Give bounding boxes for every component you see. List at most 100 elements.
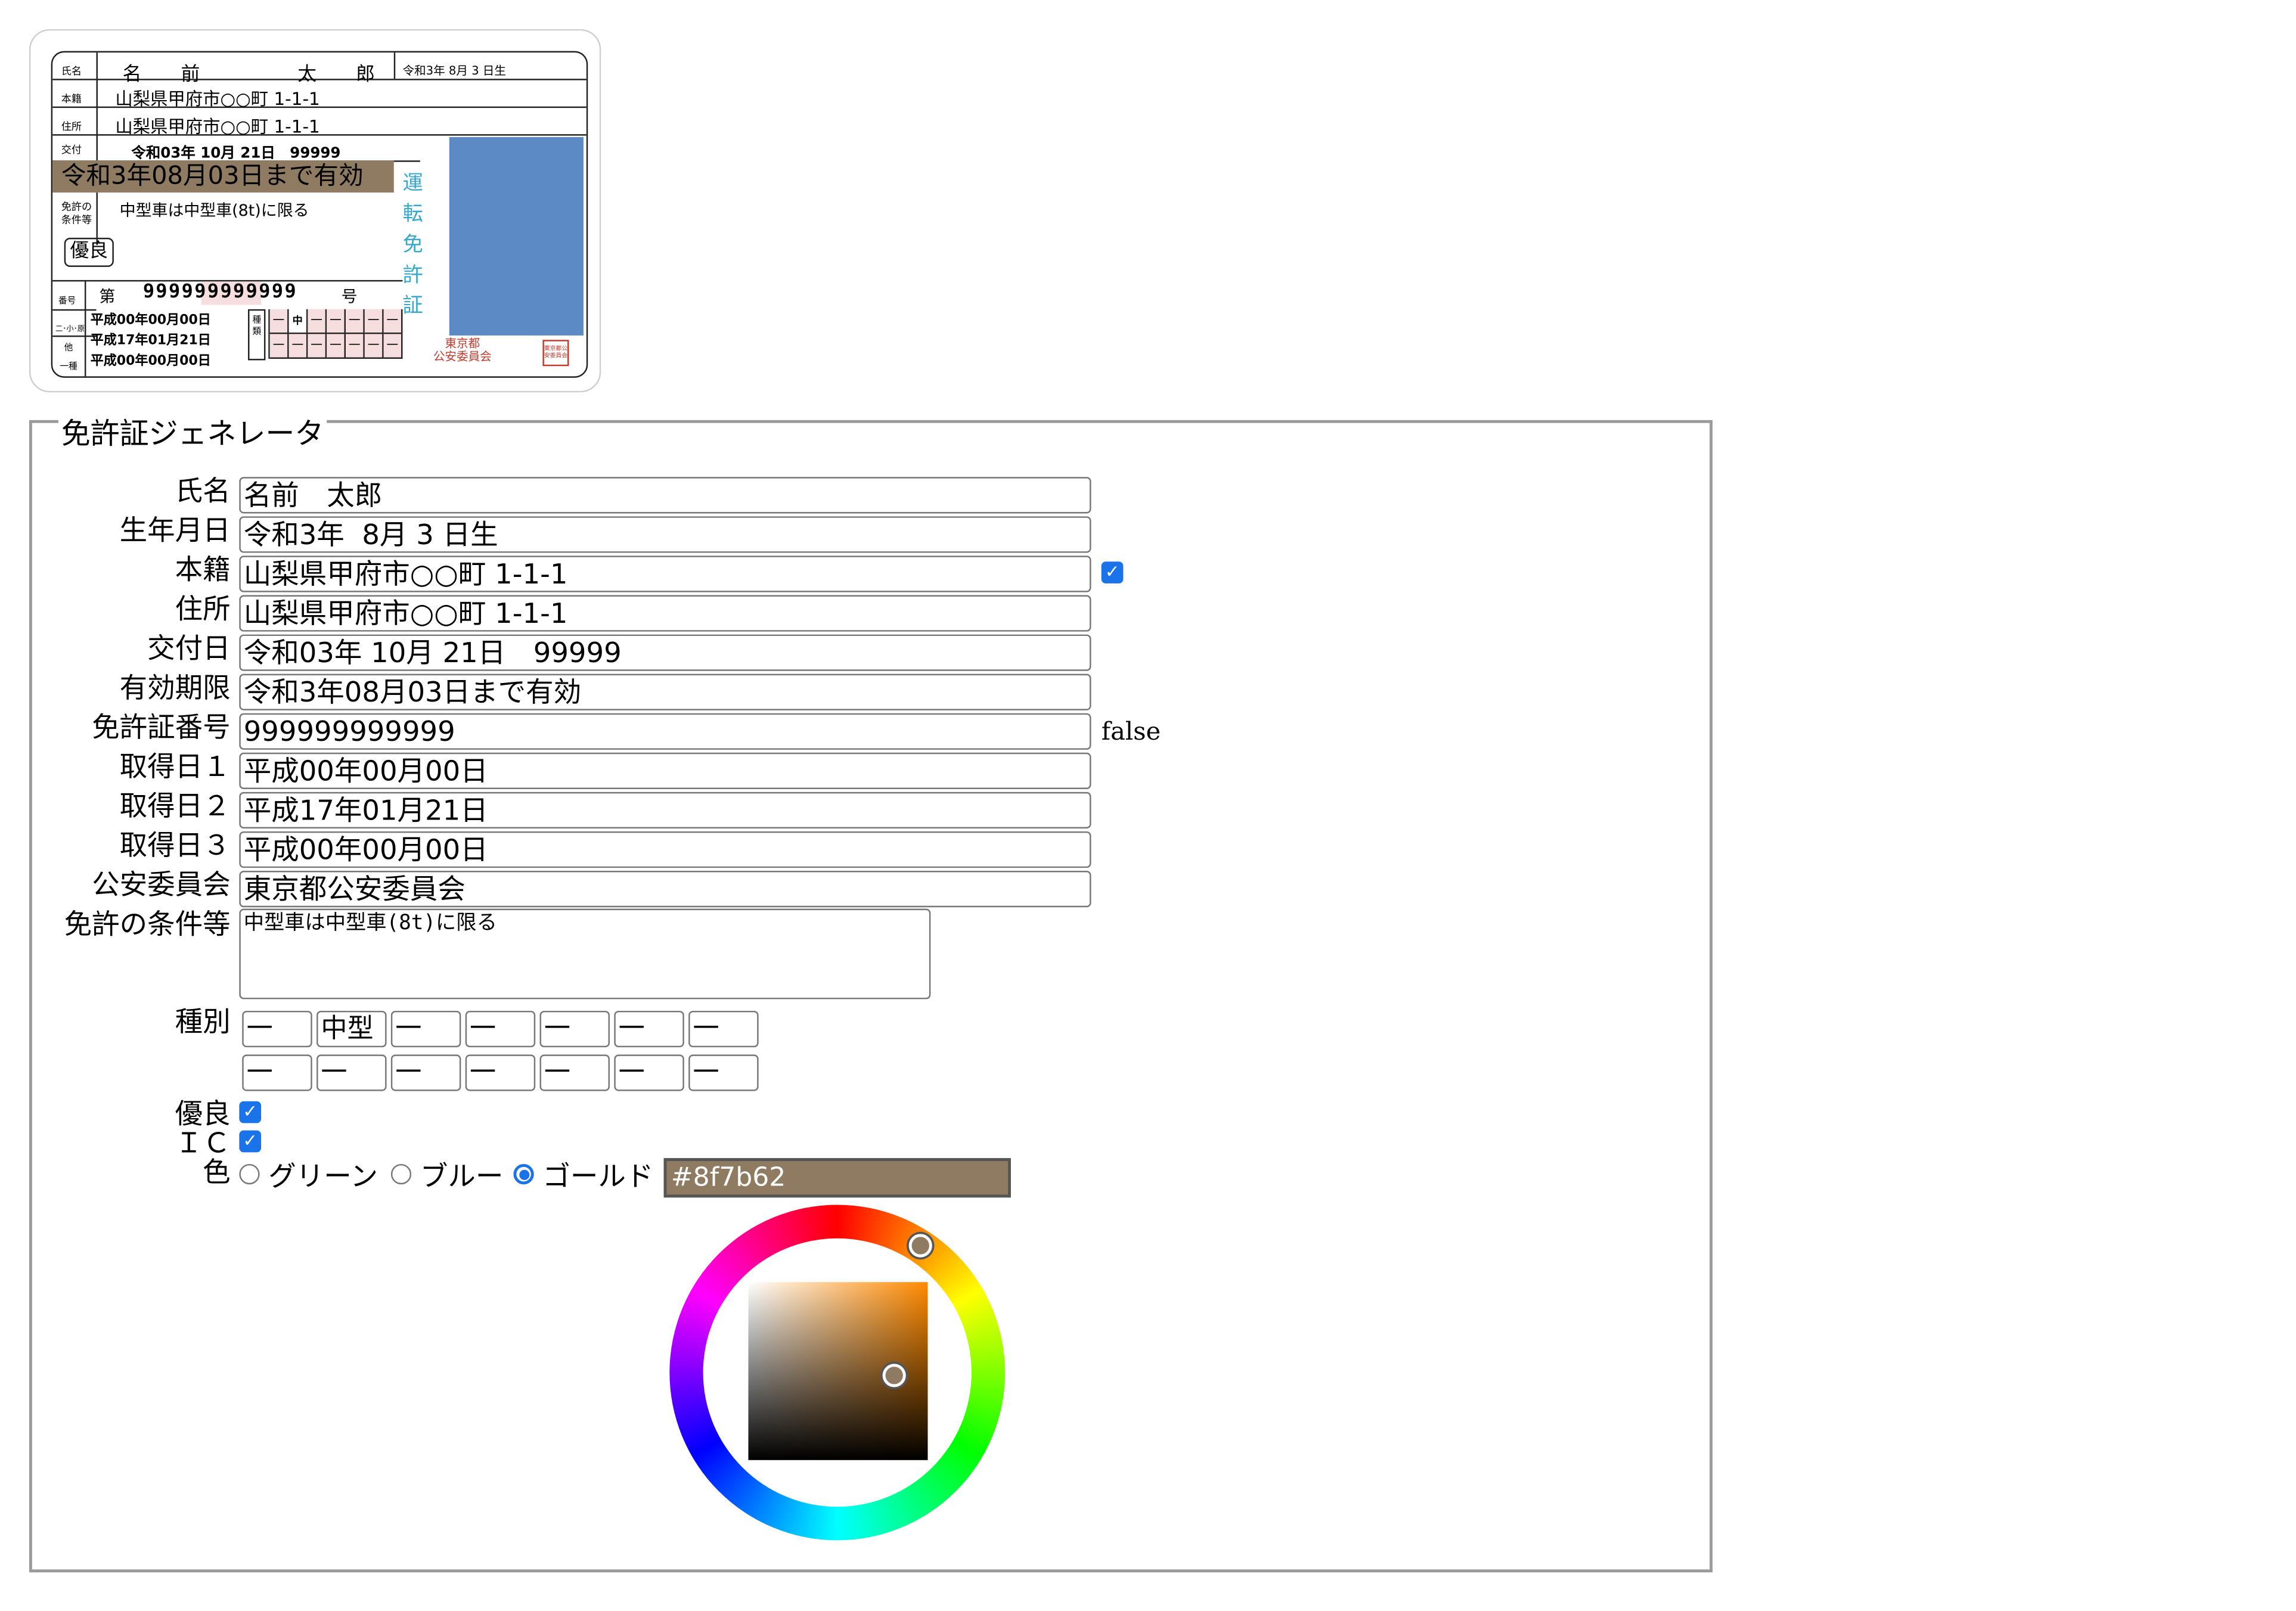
card-label-issue: 交付 <box>61 144 82 156</box>
committee-input[interactable]: 東京都公安委員会 <box>239 871 1091 908</box>
card-label-address: 住所 <box>61 121 82 133</box>
issue-label: 交付日 <box>147 633 231 665</box>
card-name-b: 前 <box>181 64 200 86</box>
generator-legend: 免許証ジェネレータ <box>58 414 327 452</box>
number-input[interactable]: 999999999999 <box>239 713 1091 750</box>
color-label: 色 <box>203 1156 231 1189</box>
card-kind-cell: 一 <box>327 309 346 334</box>
card-label-other: 他 <box>64 343 73 353</box>
kind-input[interactable]: 一 <box>390 1010 461 1048</box>
card-seal-stamp: 東京都公安委員会 <box>542 340 569 367</box>
kind-input[interactable]: 一 <box>688 1010 759 1048</box>
kind-input[interactable]: 一 <box>614 1054 684 1091</box>
card-label-conditions-1: 免許の <box>61 201 92 213</box>
acquired-3-input[interactable]: 平成00年00月00日 <box>239 831 1091 868</box>
address-label: 住所 <box>175 594 231 626</box>
kind-input[interactable]: 一 <box>614 1010 684 1048</box>
kind-input[interactable]: 一 <box>539 1010 610 1048</box>
honseki-label: 本籍 <box>175 554 231 586</box>
card-kind-cell: 一 <box>364 309 384 334</box>
card-date-1: 平成00年00月00日 <box>90 313 211 328</box>
card-kind-cell: 一 <box>308 334 327 359</box>
kind-input[interactable]: 一 <box>688 1054 759 1091</box>
card-label-number: 番号 <box>58 296 76 306</box>
acquired-1-label: 取得日１ <box>119 751 231 784</box>
expiry-input[interactable]: 令和3年08月03日まで有効 <box>239 673 1091 710</box>
number-validation-status: false <box>1101 718 1161 747</box>
acquired-1-input[interactable]: 平成00年00月00日 <box>239 752 1091 789</box>
honseki-input[interactable]: 山梨県甲府市○○町 1-1-1 <box>239 555 1091 592</box>
card-kind-cell: 一 <box>383 309 403 334</box>
kind-input[interactable]: 一 <box>465 1054 536 1091</box>
license-card: 氏名 名 前 太 郎 令和3年 8月 3 日生 本籍 山梨県甲府市○○町 1-1… <box>51 51 588 378</box>
card-vertical-title: 運 転 免 許 証 <box>402 169 423 322</box>
color-radio-green[interactable] <box>239 1163 260 1185</box>
birth-label: 生年月日 <box>119 514 231 547</box>
card-label-kinds: 種類 <box>248 309 266 361</box>
card-date-3: 平成00年00月00日 <box>90 354 211 370</box>
card-committee-line-1: 東京都 <box>445 337 480 350</box>
card-name-a: 名 <box>122 64 142 86</box>
card-date-2: 平成17年01月21日 <box>90 334 211 349</box>
birth-input[interactable]: 令和3年 8月 3 日生 <box>239 516 1091 553</box>
card-title-char: 免 <box>402 233 423 257</box>
kind-input[interactable]: 中型 <box>317 1010 387 1048</box>
yuryo-checkbox[interactable]: ✓ <box>239 1101 262 1123</box>
card-yuryo-badge: 優良 <box>64 237 114 267</box>
card-kind-cell: 一 <box>269 334 289 359</box>
card-title-char: 許 <box>402 263 423 288</box>
conditions-label: 免許の条件等 <box>64 908 231 941</box>
card-expiry: 令和3年08月03日まで有効 <box>61 162 364 191</box>
card-conditions: 中型車は中型車(8t)に限る <box>119 201 309 221</box>
card-label-name: 氏名 <box>61 66 82 77</box>
honseki-checkbox[interactable]: ✓ <box>1101 561 1124 583</box>
acquired-3-label: 取得日３ <box>119 830 231 862</box>
card-kind-cell: 一 <box>308 309 327 334</box>
issue-input[interactable]: 令和03年 10月 21日 99999 <box>239 634 1091 671</box>
card-title-char: 転 <box>402 203 423 226</box>
card-honseki: 山梨県甲府市○○町 1-1-1 <box>115 89 320 110</box>
name-label: 氏名 <box>175 475 231 508</box>
card-kind-cell: 一 <box>346 334 365 359</box>
number-label: 免許証番号 <box>92 712 231 744</box>
card-photo-area <box>449 137 584 336</box>
ic-label: ＩＣ <box>175 1127 231 1160</box>
color-radio-blue[interactable] <box>390 1163 412 1185</box>
saturation-value-handle[interactable] <box>882 1364 906 1387</box>
card-kind-cell: 一 <box>327 334 346 359</box>
card-kind-cell: 一 <box>346 309 365 334</box>
card-kinds-grid: 一 中型 一 一 一 一 一 一 一 一 一 一 一 一 <box>268 309 403 359</box>
card-committee-line-2: 公安委員会 <box>433 350 492 364</box>
color-radio-gold[interactable] <box>513 1163 534 1185</box>
card-label-ichishu: 一種 <box>60 361 77 373</box>
address-input[interactable]: 山梨県甲府市○○町 1-1-1 <box>239 595 1091 632</box>
acquired-2-label: 取得日２ <box>119 790 231 823</box>
hue-handle[interactable] <box>908 1234 932 1258</box>
yuryo-label: 優良 <box>175 1098 231 1131</box>
card-kind-cell: 一 <box>383 334 403 359</box>
kind-input[interactable]: 一 <box>390 1054 461 1091</box>
color-option-gold: ゴールド <box>542 1161 654 1193</box>
kind-input[interactable]: 一 <box>242 1054 312 1091</box>
expiry-label: 有効期限 <box>119 672 231 705</box>
card-address: 山梨県甲府市○○町 1-1-1 <box>115 116 320 138</box>
conditions-textarea[interactable]: 中型車は中型車(8t)に限る <box>239 908 931 999</box>
kind-input[interactable]: 一 <box>465 1010 536 1048</box>
card-number: 999999999999 <box>142 281 298 304</box>
card-kind-cell: 一 <box>269 309 289 334</box>
ic-checkbox[interactable]: ✓ <box>239 1130 262 1153</box>
card-label-honseki: 本籍 <box>61 93 82 105</box>
card-name-c: 太 <box>297 64 317 86</box>
color-hex-input[interactable]: #8f7b62 <box>663 1158 1011 1198</box>
card-kind-cell: 一 <box>288 334 308 359</box>
kind-input[interactable]: 一 <box>317 1054 387 1091</box>
kind-input[interactable]: 一 <box>539 1054 610 1091</box>
card-issue: 令和03年 10月 21日 99999 <box>131 145 341 162</box>
name-input[interactable]: 名前 太郎 <box>239 477 1091 514</box>
card-title-char: 運 <box>402 172 423 195</box>
card-committee: 東京都 公安委員会 <box>429 337 497 363</box>
acquired-2-input[interactable]: 平成17年01月21日 <box>239 791 1091 829</box>
card-kind-cell: 一 <box>364 334 384 359</box>
kind-input[interactable]: 一 <box>242 1010 312 1048</box>
kinds-label: 種別 <box>175 1006 231 1039</box>
